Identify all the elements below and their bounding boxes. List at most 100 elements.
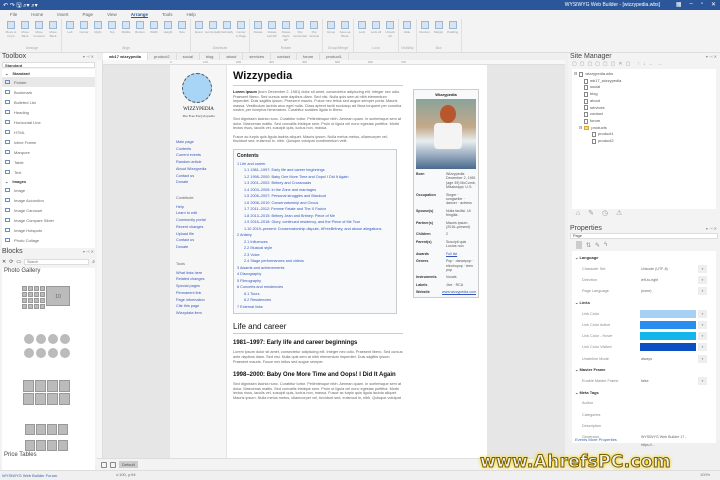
tree-page[interactable]: about	[574, 98, 714, 105]
toc-link[interactable]: 1.10 2019–present: Conservatorship dispu…	[237, 226, 393, 233]
save-as-block-button[interactable]: Save as Block	[339, 21, 351, 46]
toolbox-item[interactable]: Photo Collage	[2, 235, 95, 245]
nav-link[interactable]: About Wizzypedia	[176, 166, 206, 173]
toolbox-item[interactable]: Text	[2, 167, 95, 177]
dropdown-button[interactable]: ▾	[698, 275, 707, 284]
lock-all-button[interactable]: Lock All	[370, 21, 382, 46]
toolbox-item[interactable]: Image Compare Slider	[2, 215, 95, 225]
left-button[interactable]: Left	[64, 21, 76, 46]
nav-link[interactable]: Cite this page	[176, 303, 205, 310]
nav-link[interactable]: Permanent link	[176, 290, 205, 297]
tab-page[interactable]: Page	[83, 12, 94, 17]
doc-tab[interactable]: social	[177, 53, 200, 60]
breakpoint-icon[interactable]	[101, 461, 107, 468]
color-swatch[interactable]	[640, 320, 696, 329]
doc-tab[interactable]: product1	[320, 53, 349, 60]
nav-link[interactable]: Upload file	[176, 231, 206, 238]
vertically-button[interactable]: Vertically	[221, 21, 233, 46]
property-value[interactable]: left-to-right	[640, 275, 696, 284]
dropdown-button[interactable]: ▾	[698, 332, 707, 341]
nav-link[interactable]: Contact us	[176, 173, 206, 180]
dropdown-button[interactable]: ▾	[698, 343, 707, 352]
maximize-button[interactable]: ▫	[701, 1, 703, 8]
nav-link[interactable]: What links here	[176, 270, 205, 277]
zoom-level[interactable]: 100%	[700, 472, 710, 477]
more-properties-link[interactable]: Events More Properties	[575, 437, 617, 442]
doc-tab[interactable]: forum	[297, 53, 321, 60]
nav-link[interactable]: Contact us	[176, 237, 206, 244]
color-swatch[interactable]	[640, 343, 696, 352]
toolbox-item[interactable]: Image Hotspots	[2, 225, 95, 235]
property-category[interactable]: ⌄ Links	[572, 297, 716, 308]
height-button[interactable]: Height	[162, 21, 174, 46]
tree-folder[interactable]: ⊟ products	[574, 125, 714, 132]
toolbox-category[interactable]: ⌄ Images	[2, 177, 95, 185]
blocks-search-input[interactable]	[24, 259, 90, 265]
property-category[interactable]: ⌄ Master Frame	[572, 364, 716, 375]
forum-link[interactable]: WYSIWYG Web Builder Forum	[2, 473, 57, 478]
tree-page[interactable]: forum	[574, 118, 714, 125]
property-value[interactable]: WYSIWYG Web Builder 17 - https://...	[640, 433, 696, 447]
padding-button[interactable]: Padding	[447, 21, 459, 46]
nav-link[interactable]: Related changes	[176, 276, 205, 283]
property-value[interactable]	[640, 421, 696, 430]
tree-page[interactable]: wb17_wizzypedia	[574, 78, 714, 85]
tree-page[interactable]: product2	[574, 138, 714, 145]
property-value[interactable]: Unicode (UTF-8)	[640, 264, 696, 273]
dropdown-button[interactable]: ▾	[698, 354, 707, 363]
toolbox-item[interactable]: Table	[2, 157, 95, 167]
property-category[interactable]: ⌄ Meta Tags	[572, 387, 716, 398]
infobox-link[interactable]: www.wizzypedia.com	[442, 290, 476, 294]
add-breakpoint-icon[interactable]	[110, 461, 116, 468]
site-manager-bottom-icons[interactable]: ⌂ ✎ ◷ ⚠	[568, 209, 720, 223]
width-button[interactable]: Width	[148, 21, 160, 46]
move-back-button[interactable]: Move Back	[19, 21, 31, 46]
size-button[interactable]: Size	[176, 21, 188, 46]
toolbox-item[interactable]: Image	[2, 185, 95, 195]
lock-button[interactable]: Lock	[356, 21, 368, 46]
property-value[interactable]	[640, 410, 696, 419]
property-value[interactable]	[640, 399, 696, 408]
doc-tab[interactable]: blog	[200, 53, 221, 60]
toc-link[interactable]: 7 External links	[237, 304, 393, 311]
right-button[interactable]: Right	[92, 21, 104, 46]
nav-link[interactable]: Wizzydata item	[176, 310, 205, 317]
event-button[interactable]: Event	[193, 21, 205, 46]
tab-help[interactable]: Help	[187, 12, 196, 17]
nav-link[interactable]: Special pages	[176, 283, 205, 290]
horizontally-button[interactable]: Horizontally	[205, 21, 221, 46]
toolbox-item[interactable]: Bulleted List	[2, 97, 95, 107]
rotate-button[interactable]: Rotate	[252, 21, 264, 46]
unlock-all-button[interactable]: Unlock All	[384, 21, 396, 46]
move-forward-button[interactable]: Move Forward	[33, 21, 45, 46]
gallery-block-thumbnail[interactable]: 10	[46, 286, 70, 306]
doc-tab[interactable]: wb17 wizzypedia	[103, 53, 149, 60]
margin-button[interactable]: Margin	[433, 21, 445, 46]
nav-link[interactable]: Contents	[176, 146, 206, 153]
move-to-front-button[interactable]: Move to Front	[5, 21, 17, 46]
tab-tools[interactable]: Tools	[162, 12, 173, 17]
move-back-button[interactable]: Move Back	[47, 21, 59, 46]
nav-link[interactable]: Learn to edit	[176, 210, 206, 217]
color-swatch[interactable]	[640, 332, 696, 341]
categorized-icon[interactable]	[576, 241, 582, 249]
tab-home[interactable]: Home	[31, 12, 43, 17]
color-swatch[interactable]	[640, 309, 696, 318]
tab-view[interactable]: View	[107, 12, 117, 17]
tree-page[interactable]: services	[574, 105, 714, 112]
toolbox-item[interactable]: HTML	[2, 127, 95, 137]
expand-icon[interactable]: ⊟	[579, 125, 582, 132]
nav-link[interactable]: Donate	[176, 244, 206, 251]
refresh-icon[interactable]: ⟳	[9, 259, 13, 265]
default-breakpoint-button[interactable]: Default	[119, 461, 138, 468]
ribbon-display-icon[interactable]: ▦	[676, 1, 682, 8]
dropdown-button[interactable]: ▾	[698, 320, 707, 329]
top-button[interactable]: Top	[106, 21, 118, 46]
folder-icon[interactable]: ▭	[16, 259, 21, 265]
toolbox-item[interactable]: Heading	[2, 107, 95, 117]
tree-page[interactable]: product1	[574, 131, 714, 138]
close-button[interactable]: ✕	[711, 1, 716, 8]
toolbox-item[interactable]: Bookmark	[2, 87, 95, 97]
nav-link[interactable]: Donate	[176, 179, 206, 186]
expand-icon[interactable]: ⊟	[574, 71, 577, 78]
